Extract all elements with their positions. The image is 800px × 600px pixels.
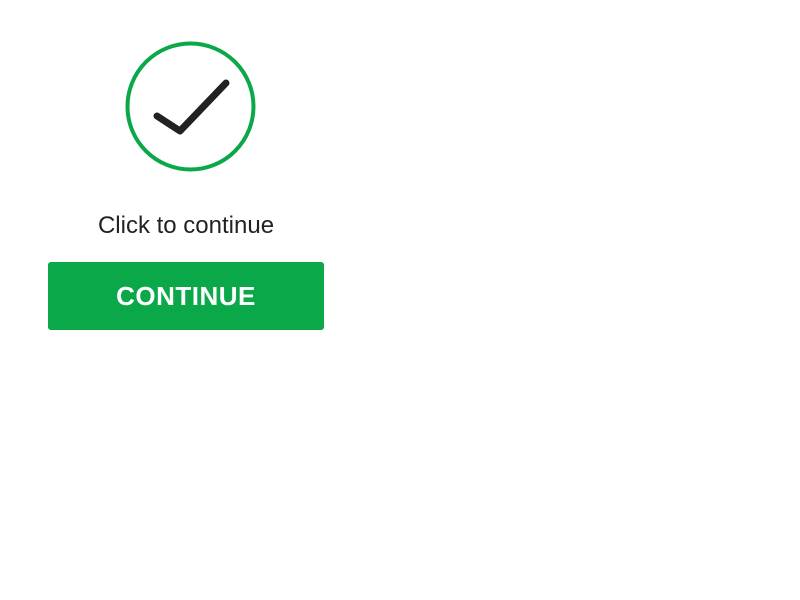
continue-button[interactable]: CONTINUE: [48, 262, 324, 330]
check-circle-icon: [125, 41, 256, 172]
continue-prompt: Click to continue: [97, 212, 275, 239]
page: Click to continue CONTINUE: [0, 0, 800, 600]
